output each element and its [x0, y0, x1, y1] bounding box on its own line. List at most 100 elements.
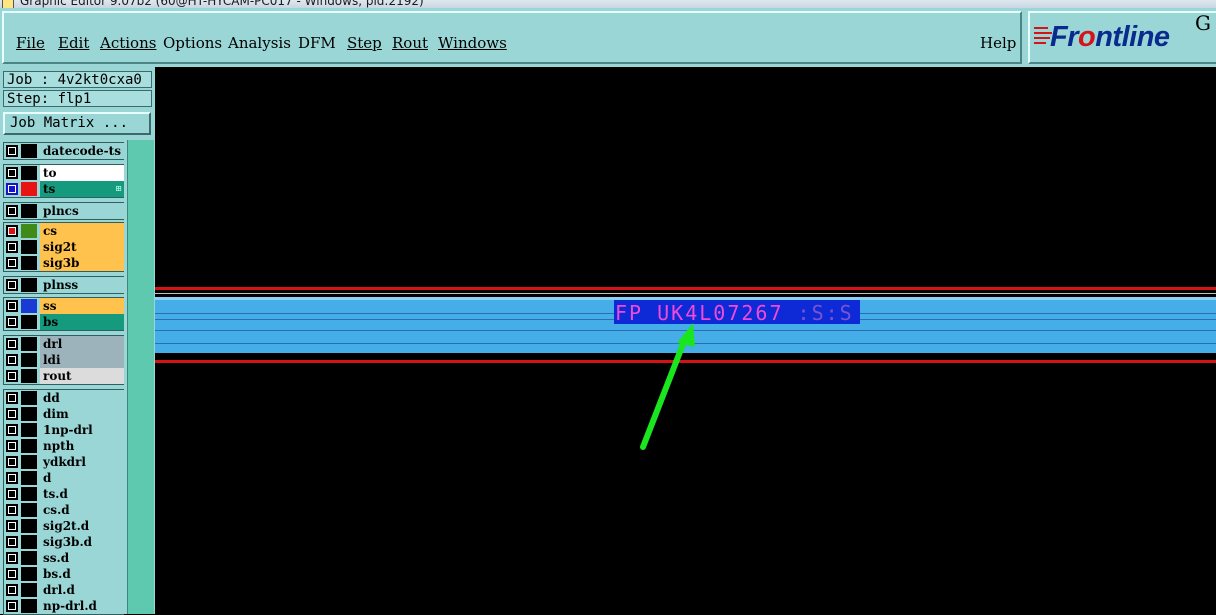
layer-name[interactable]: sig2t.d: [40, 518, 124, 534]
layer-checkbox[interactable]: [6, 205, 18, 217]
layer-checkbox[interactable]: [6, 472, 18, 484]
layer-checkbox[interactable]: [6, 183, 18, 195]
layer-color-swatch[interactable]: [21, 567, 37, 581]
layer-color-swatch[interactable]: [21, 337, 37, 351]
layer-name[interactable]: rout: [40, 368, 124, 384]
layer-name[interactable]: bs: [40, 314, 124, 330]
layer-name[interactable]: to: [40, 165, 124, 181]
menu-actions[interactable]: Actions: [100, 34, 156, 52]
layer-checkbox[interactable]: [6, 536, 18, 548]
layer-color-swatch[interactable]: [21, 471, 37, 485]
layer-row-datecode-ts[interactable]: datecode-ts: [4, 143, 124, 159]
layer-checkbox[interactable]: [6, 440, 18, 452]
layer-color-swatch[interactable]: [21, 204, 37, 218]
layer-checkbox[interactable]: [6, 488, 18, 500]
layer-color-swatch[interactable]: [21, 256, 37, 270]
layer-row-sig2t[interactable]: sig2t: [4, 239, 124, 255]
layer-row-ts.d[interactable]: ts.d: [4, 486, 124, 502]
menu-file[interactable]: File: [16, 34, 45, 52]
layer-color-swatch[interactable]: [21, 599, 37, 613]
layer-color-swatch[interactable]: [21, 240, 37, 254]
layer-checkbox[interactable]: [6, 568, 18, 580]
layer-scrollbar[interactable]: [127, 140, 154, 614]
layer-row-dd[interactable]: dd: [4, 390, 124, 406]
layer-checkbox[interactable]: [6, 145, 18, 157]
layer-name[interactable]: ss: [40, 298, 124, 314]
layer-color-swatch[interactable]: [21, 224, 37, 238]
layer-color-swatch[interactable]: [21, 315, 37, 329]
layer-row-ldi[interactable]: ldi: [4, 352, 124, 368]
layer-row-bs.d[interactable]: bs.d: [4, 566, 124, 582]
layer-checkbox[interactable]: [6, 408, 18, 420]
layer-name[interactable]: sig3b.d: [40, 534, 124, 550]
layer-name[interactable]: plncs: [40, 203, 124, 219]
layer-checkbox[interactable]: [6, 279, 18, 291]
layer-checkbox[interactable]: [6, 167, 18, 179]
layer-checkbox[interactable]: [6, 338, 18, 350]
layer-row-plncs[interactable]: plncs: [4, 203, 124, 219]
layer-checkbox[interactable]: [6, 241, 18, 253]
layer-row-to[interactable]: to: [4, 165, 124, 181]
layer-checkbox[interactable]: [6, 456, 18, 468]
layer-checkbox[interactable]: [6, 300, 18, 312]
layer-row-d[interactable]: d: [4, 470, 124, 486]
layer-color-swatch[interactable]: [21, 439, 37, 453]
layer-color-swatch[interactable]: [21, 487, 37, 501]
layer-row-sig2t.d[interactable]: sig2t.d: [4, 518, 124, 534]
layer-color-swatch[interactable]: [21, 391, 37, 405]
layer-row-ydkdrl[interactable]: ydkdrl: [4, 454, 124, 470]
layer-name[interactable]: drl.d: [40, 582, 124, 598]
layer-checkbox[interactable]: [6, 225, 18, 237]
menu-analysis[interactable]: Analysis: [228, 34, 291, 52]
layer-color-swatch[interactable]: [21, 551, 37, 565]
layer-name[interactable]: ydkdrl: [40, 454, 124, 470]
layer-name[interactable]: plnss: [40, 277, 124, 293]
layer-row-bs[interactable]: bs: [4, 314, 124, 330]
layer-row-ss.d[interactable]: ss.d: [4, 550, 124, 566]
layer-checkbox[interactable]: [6, 257, 18, 269]
layer-row-sig3b.d[interactable]: sig3b.d: [4, 534, 124, 550]
layer-row-ts[interactable]: ts ⊞: [4, 181, 124, 197]
layer-color-swatch[interactable]: [21, 455, 37, 469]
layer-row-np-drl.d[interactable]: np-drl.d: [4, 598, 124, 614]
layer-name[interactable]: cs: [40, 223, 124, 239]
layer-checkbox[interactable]: [6, 552, 18, 564]
layer-row-drl[interactable]: drl: [4, 336, 124, 352]
menu-rout[interactable]: Rout: [392, 34, 428, 52]
layer-color-swatch[interactable]: [21, 278, 37, 292]
layer-row-1np-drl[interactable]: 1np-drl: [4, 422, 124, 438]
layer-name[interactable]: dim: [40, 406, 124, 422]
layer-color-swatch[interactable]: [21, 182, 37, 196]
layer-name[interactable]: bs.d: [40, 566, 124, 582]
layer-name[interactable]: sig3b: [40, 255, 124, 271]
layer-checkbox[interactable]: [6, 504, 18, 516]
layer-color-swatch[interactable]: [21, 583, 37, 597]
layer-row-cs[interactable]: cs: [4, 223, 124, 239]
layer-color-swatch[interactable]: [21, 144, 37, 158]
layer-name[interactable]: ss.d: [40, 550, 124, 566]
menu-step[interactable]: Step: [347, 34, 382, 52]
menu-edit[interactable]: Edit: [58, 34, 89, 52]
layer-checkbox[interactable]: [6, 392, 18, 404]
layer-color-swatch[interactable]: [21, 535, 37, 549]
layer-checkbox[interactable]: [6, 584, 18, 596]
layer-name[interactable]: ldi: [40, 352, 124, 368]
layer-checkbox[interactable]: [6, 316, 18, 328]
layer-name[interactable]: sig2t: [40, 239, 124, 255]
layer-color-swatch[interactable]: [21, 299, 37, 313]
layer-row-drl.d[interactable]: drl.d: [4, 582, 124, 598]
layer-name[interactable]: np-drl.d: [40, 598, 124, 614]
layer-color-swatch[interactable]: [21, 166, 37, 180]
layer-name[interactable]: npth: [40, 438, 124, 454]
layer-name[interactable]: datecode-ts: [40, 143, 124, 159]
layer-color-swatch[interactable]: [21, 519, 37, 533]
layer-name[interactable]: d: [40, 470, 124, 486]
menu-options[interactable]: Options: [163, 34, 222, 52]
layer-row-sig3b[interactable]: sig3b: [4, 255, 124, 271]
graphic-canvas[interactable]: FP UK4L07267 :S:S: [155, 67, 1216, 614]
layer-checkbox[interactable]: [6, 520, 18, 532]
layer-name[interactable]: 1np-drl: [40, 422, 124, 438]
menu-windows[interactable]: Windows: [438, 34, 507, 52]
layer-name[interactable]: dd: [40, 390, 124, 406]
job-matrix-button[interactable]: Job Matrix ...: [3, 112, 151, 135]
